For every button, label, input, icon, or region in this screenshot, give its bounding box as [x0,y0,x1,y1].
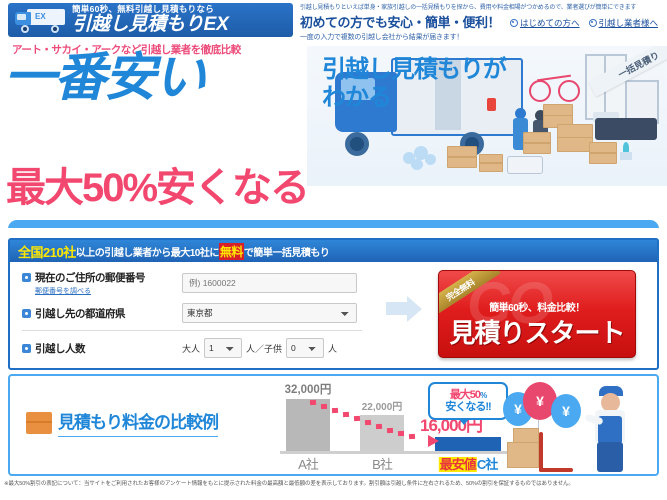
cta-main-label: 見積りスタート [449,318,625,348]
form-heading-highlight: 無料 [218,242,244,260]
mover-person-icon [584,386,635,472]
cardboard-box-icon [507,442,539,468]
quote-form-section: 全国210社 以上の引越し業者から最大10社に 無料 で簡単一括見積もり 現在の… [8,238,659,370]
form-heading-part2: 以上の引越し業者から最大10社に [75,247,220,259]
header-link-beginners[interactable]: はじめての方へ [510,17,580,29]
adult-label: 大人 [182,343,201,354]
callout-line1-unit: % [480,390,487,400]
form-fields: 現在のご住所の郵便番号 郵便番号を調べる 引越し先の都道府県 東京都 [10,262,380,368]
field-postal-code: 現在のご住所の郵便番号 郵便番号を調べる [22,270,380,296]
cardboard-box-icon [557,124,593,152]
child-unit-label: 人 [328,343,338,354]
header-headline: 初めての方でも安心・簡単・便利！ [300,15,501,30]
field-destination-prefecture: 引越し先の都道府県 東京都 [22,303,380,323]
chart-bar-b-category: B社 [372,457,393,472]
start-quote-button[interactable]: GO 簡単60秒、料金比較！ 見積りスタート 完全無料 [438,270,636,358]
bed-icon [595,118,657,140]
bullet-icon [22,273,31,282]
bullet-icon [22,343,31,353]
hero-subheadline-line1: 引越し見積もりが [322,56,507,83]
logo-name: 引越し見積もりEX [72,13,229,35]
form-divider [22,330,362,331]
cta-area: GO 簡単60秒、料金比較！ 見積りスタート 完全無料 [380,262,657,368]
radio-dot-icon [510,19,519,27]
field-people-label: 引越し人数 [35,342,86,355]
logo-tagline: 簡単60秒、無料引越し見積もりなら [72,4,215,15]
hero-headline-secondary: 最大50%安くなる [6,166,310,210]
field-people-count: 引越し人数 大人 1 人／子供 0 人 [22,338,380,358]
comparison-section: 見積もり料金の比較例 32,000円 A社 22,000円 B社 最安値C社 1… [8,374,659,476]
chart-bar-c: 最安値C社 [435,437,501,472]
callout-line2-sub: なる!! [465,400,491,413]
truck-icon: EX [15,7,67,33]
chart-bar-a-category: A社 [298,457,319,472]
cardboard-box-icon [447,146,477,168]
field-destination-label: 引越し先の都道府県 [35,307,126,320]
logo-badge-label: EX [35,12,46,21]
header-right: 引越し見積もりといえば単身・家族引越しの一括見積もりを探から、費用や料金相場がつ… [300,2,663,42]
footer-disclaimer: ※最大50%割引の表記について：当サイトをご利用されたお客様のアンケート情報をも… [4,481,574,487]
hero-headline-primary: 一番安い [4,49,206,107]
field-postal-code-label: 現在のご住所の郵便番号 [35,272,146,284]
bullet-icon [22,308,31,318]
comparison-title-text: 見積もり料金の比較例 [58,408,219,437]
chart-bar-c-category: 最安値C社 [438,454,498,473]
plant-icon [617,142,635,160]
adult-unit-label: 人／子供 [246,343,283,354]
postal-code-input[interactable] [182,273,357,293]
bubble-wrap-icon [403,146,443,170]
header-links: はじめての方へ 引越し業者様へ [510,17,658,29]
hero-section: 一括見積り アート・サカイ・アークなど引越し業者を徹底比較 一番安い 引越し見積… [0,40,667,228]
worker-illustration: ¥ ¥ ¥ [493,380,653,474]
hand-truck-icon [539,432,585,472]
printer-icon [507,156,543,174]
form-heading-part3: で簡単一括見積もり [243,247,330,259]
chart-bar-a-value: 32,000円 [284,384,332,396]
child-count-select[interactable]: 0 [286,338,325,358]
cardboard-box-icon [479,154,503,172]
header-link-movers-label: 引越し業者様へ [598,18,659,28]
header-top-note: 引越し見積もりといえば単身・家族引越しの一括見積もりを探から、費用や料金相場がつ… [300,5,637,11]
cardboard-box-icon [523,132,551,154]
cardboard-box-icon [589,142,617,164]
form-heading-part1: 全国210社 [18,244,76,260]
site-header: EX 簡単60秒、無料引越し見積もりなら 引越し見積もりEX 引越し見積もりとい… [0,0,667,42]
page-root: EX 簡単60秒、無料引越し見積もりなら 引越し見積もりEX 引越し見積もりとい… [0,0,667,500]
callout-line2-main: 安く [445,400,466,413]
header-link-beginners-label: はじめての方へ [520,18,580,28]
callout-line1-main: 最大50 [449,388,481,401]
form-heading-bar: 全国210社 以上の引越し業者から最大10社に 無料 で簡単一括見積もり [10,240,657,262]
bicycle-icon [529,72,581,102]
box-truck-icon [26,411,52,434]
yen-balloon-icon: ¥ [551,394,581,428]
destination-prefecture-select[interactable]: 東京都 [182,303,357,323]
hero-subheadline-line2: わかる [322,83,392,111]
adult-count-select[interactable]: 1 [204,338,243,358]
chart-bar-c-highlight: 最安値 [438,457,477,472]
chart-trend-dots [309,399,439,447]
price-comparison-chart: 32,000円 A社 22,000円 B社 最安値C社 16,000円 最大50… [280,380,510,474]
site-logo[interactable]: EX 簡単60秒、無料引越し見積もりなら 引越し見積もりEX [8,3,293,37]
partner-banner: ＼ 提携事業者210社以上と連携 ／ Oの引越 アート引越センター サカイ引越 … [8,220,659,228]
chart-trend-arrow-icon [428,435,439,447]
header-link-movers[interactable]: 引越し業者様へ [588,17,659,29]
comparison-title: 見積もり料金の比較例 [26,408,219,437]
hero-subheadline: 引越し見積もりが わかる [322,56,507,111]
radio-dot-icon [588,19,597,27]
cta-subtext: 簡単60秒、料金比較！ [489,303,585,314]
postal-code-lookup-link[interactable]: 郵便番号を調べる [35,286,182,296]
